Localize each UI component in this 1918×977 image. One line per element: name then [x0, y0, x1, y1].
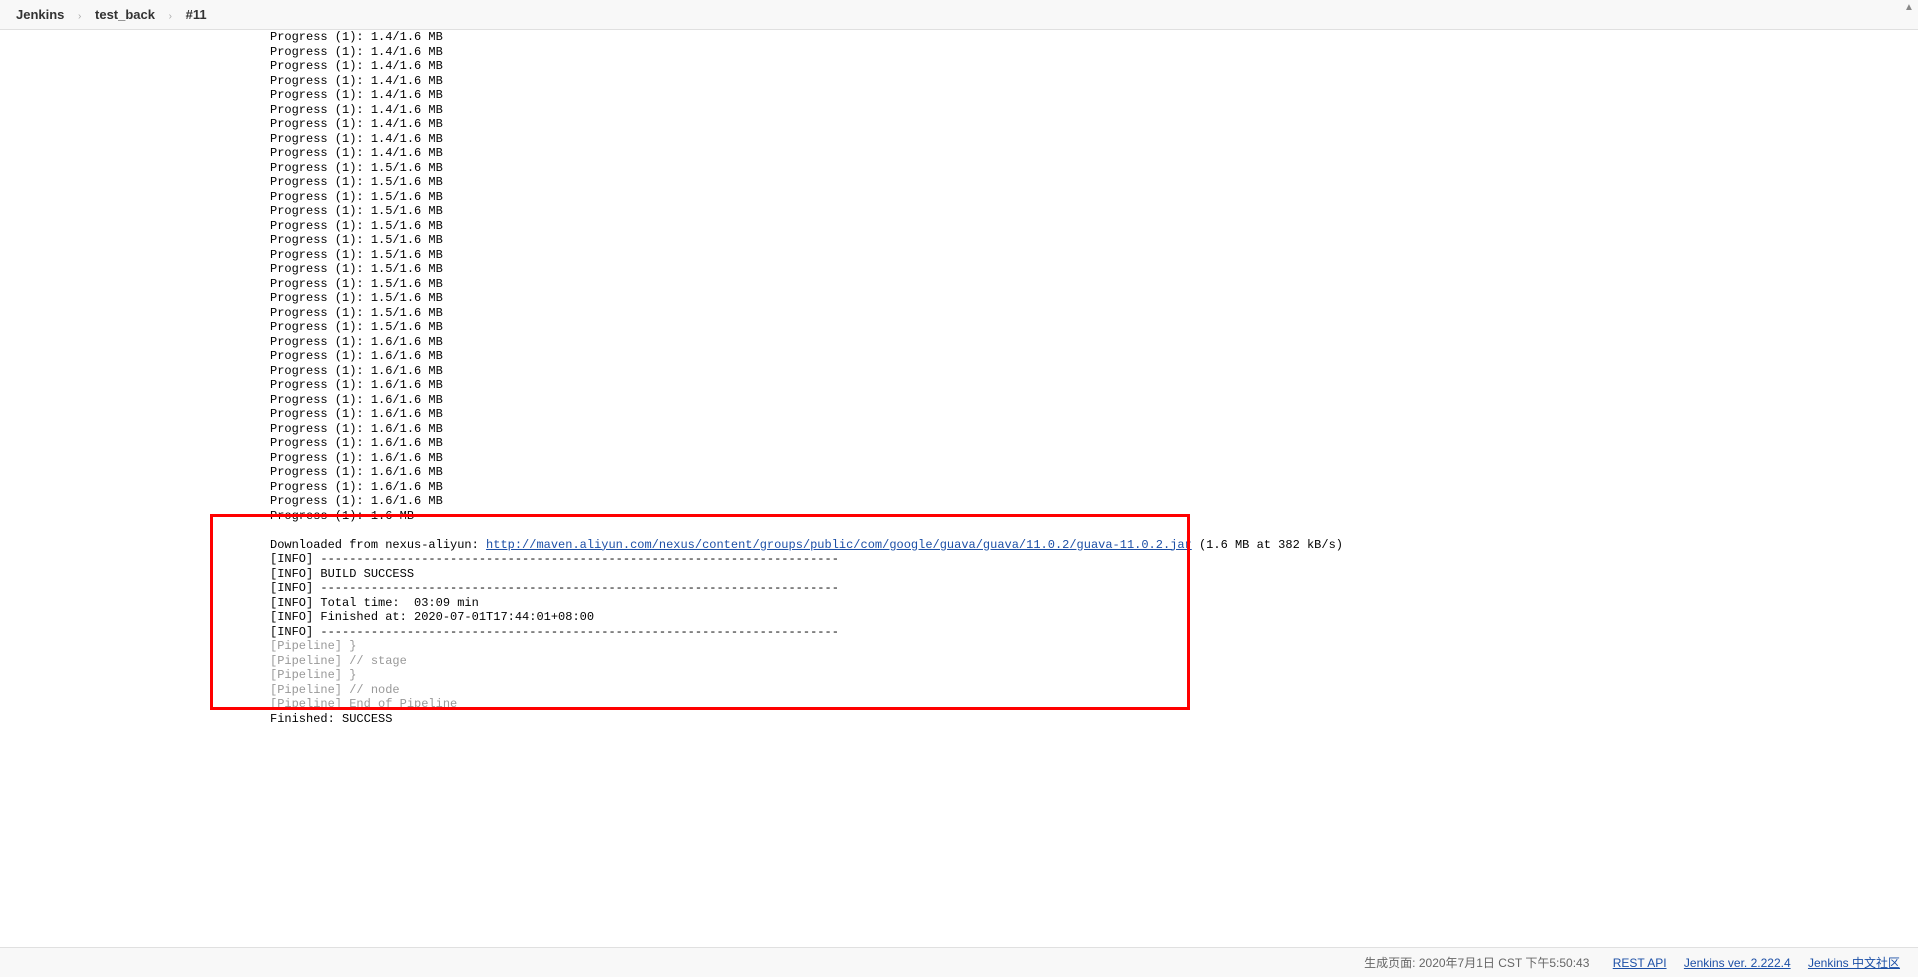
console-content: Progress (1): 1.4/1.6 MB Progress (1): 1…: [0, 30, 1918, 726]
progress-line: Progress (1): 1.4/1.6 MB: [270, 117, 443, 131]
download-url-link[interactable]: http://maven.aliyun.com/nexus/content/gr…: [486, 538, 1192, 552]
progress-line: Progress (1): 1.4/1.6 MB: [270, 30, 443, 44]
info-divider: [INFO] ---------------------------------…: [270, 552, 839, 566]
progress-line: Progress (1): 1.6/1.6 MB: [270, 335, 443, 349]
progress-line: Progress (1): 1.6/1.6 MB: [270, 393, 443, 407]
progress-line: Progress (1): 1.6/1.6 MB: [270, 465, 443, 479]
info-divider: [INFO] ---------------------------------…: [270, 625, 839, 639]
progress-line: Progress (1): 1.5/1.6 MB: [270, 161, 443, 175]
pipeline-line: [Pipeline] // node: [270, 683, 400, 697]
progress-line: Progress (1): 1.6/1.6 MB: [270, 407, 443, 421]
chevron-right-icon: ›: [169, 11, 172, 22]
progress-line: Progress (1): 1.5/1.6 MB: [270, 320, 443, 334]
footer: 生成页面: 2020年7月1日 CST 下午5:50:43 REST API J…: [0, 947, 1918, 977]
finished-line: Finished: SUCCESS: [270, 712, 392, 726]
progress-line: Progress (1): 1.5/1.6 MB: [270, 175, 443, 189]
info-divider: [INFO] ---------------------------------…: [270, 581, 839, 595]
pipeline-line: [Pipeline] End of Pipeline: [270, 697, 457, 711]
progress-line: Progress (1): 1.6/1.6 MB: [270, 422, 443, 436]
breadcrumb: Jenkins › test_back › #11: [0, 0, 1918, 30]
total-time-line: [INFO] Total time: 03:09 min: [270, 596, 479, 610]
console-output: Progress (1): 1.4/1.6 MB Progress (1): 1…: [0, 30, 1918, 726]
chevron-right-icon: ›: [78, 11, 81, 22]
breadcrumb-job[interactable]: test_back: [95, 7, 155, 22]
progress-line: Progress (1): 1.5/1.6 MB: [270, 262, 443, 276]
progress-line: Progress (1): 1.6/1.6 MB: [270, 364, 443, 378]
progress-line: Progress (1): 1.5/1.6 MB: [270, 306, 443, 320]
progress-line: Progress (1): 1.4/1.6 MB: [270, 59, 443, 73]
footer-timestamp: 生成页面: 2020年7月1日 CST 下午5:50:43: [1364, 956, 1589, 970]
progress-line: Progress (1): 1.6/1.6 MB: [270, 494, 443, 508]
progress-line: Progress (1): 1.6/1.6 MB: [270, 451, 443, 465]
progress-line: Progress (1): 1.6/1.6 MB: [270, 349, 443, 363]
progress-line: Progress (1): 1.4/1.6 MB: [270, 132, 443, 146]
progress-line: Progress (1): 1.4/1.6 MB: [270, 74, 443, 88]
progress-line: Progress (1): 1.5/1.6 MB: [270, 248, 443, 262]
build-success-line: [INFO] BUILD SUCCESS: [270, 567, 414, 581]
jenkins-community-link[interactable]: Jenkins 中文社区: [1808, 956, 1900, 970]
progress-line: Progress (1): 1.4/1.6 MB: [270, 45, 443, 59]
progress-line: Progress (1): 1.6/1.6 MB: [270, 480, 443, 494]
pipeline-line: [Pipeline] }: [270, 668, 356, 682]
pipeline-line: [Pipeline] }: [270, 639, 356, 653]
progress-line: Progress (1): 1.5/1.6 MB: [270, 204, 443, 218]
progress-line: Progress (1): 1.4/1.6 MB: [270, 103, 443, 117]
progress-line: Progress (1): 1.4/1.6 MB: [270, 146, 443, 160]
progress-line: Progress (1): 1.5/1.6 MB: [270, 219, 443, 233]
progress-line: Progress (1): 1.6/1.6 MB: [270, 436, 443, 450]
progress-line: Progress (1): 1.6/1.6 MB: [270, 378, 443, 392]
breadcrumb-jenkins[interactable]: Jenkins: [16, 7, 64, 22]
progress-line: Progress (1): 1.5/1.6 MB: [270, 233, 443, 247]
progress-line: Progress (1): 1.4/1.6 MB: [270, 88, 443, 102]
scroll-top-icon[interactable]: ▲: [1902, 2, 1916, 16]
pipeline-line: [Pipeline] // stage: [270, 654, 407, 668]
progress-line: Progress (1): 1.5/1.6 MB: [270, 190, 443, 204]
downloaded-line: Downloaded from nexus-aliyun: http://mav…: [270, 538, 1343, 552]
progress-line: Progress (1): 1.5/1.6 MB: [270, 291, 443, 305]
progress-line: Progress (1): 1.6 MB: [270, 509, 414, 523]
breadcrumb-build[interactable]: #11: [186, 7, 207, 22]
jenkins-version-link[interactable]: Jenkins ver. 2.222.4: [1684, 956, 1791, 970]
rest-api-link[interactable]: REST API: [1613, 956, 1667, 970]
progress-line: Progress (1): 1.5/1.6 MB: [270, 277, 443, 291]
finished-at-line: [INFO] Finished at: 2020-07-01T17:44:01+…: [270, 610, 594, 624]
